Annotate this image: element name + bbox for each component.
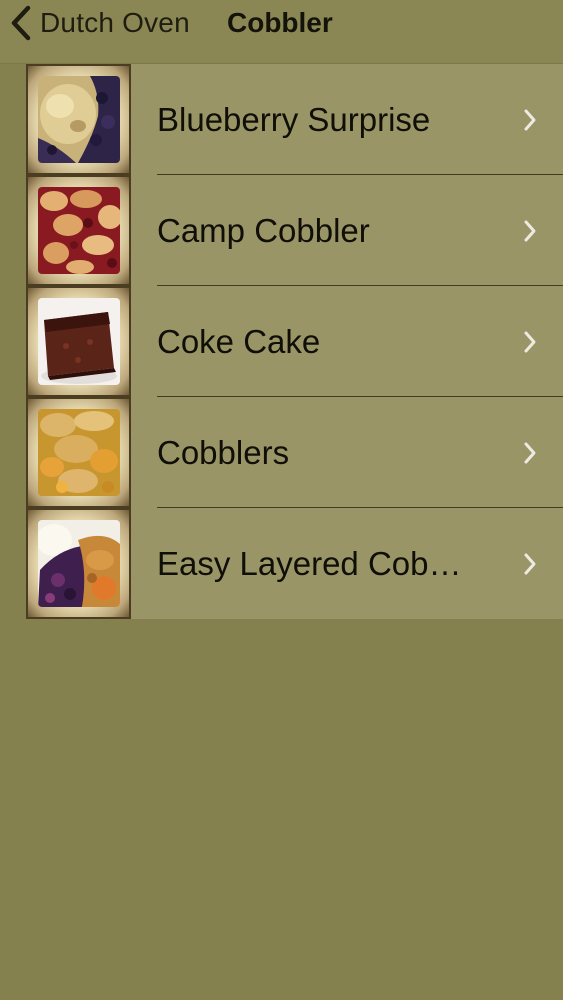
thumbnail-frame (26, 286, 131, 397)
chocolate-cake-photo (38, 298, 120, 385)
list-item[interactable]: Blueberry Surprise (26, 64, 563, 175)
chevron-right-icon (523, 108, 537, 132)
back-button[interactable]: Dutch Oven (10, 0, 190, 46)
chevron-right-icon (523, 552, 537, 576)
recipe-title: Cobblers (157, 433, 290, 471)
chevron-right-icon (523, 441, 537, 465)
list-item[interactable]: Camp Cobbler (26, 175, 563, 286)
chevron-left-icon (10, 5, 32, 41)
recipe-title: Coke Cake (157, 322, 321, 360)
chevron-right-icon (523, 330, 537, 354)
thumbnail-frame (26, 175, 131, 286)
list-item[interactable]: Coke Cake (26, 286, 563, 397)
list-item[interactable]: Cobblers (26, 397, 563, 508)
recipe-title: Camp Cobbler (157, 211, 370, 249)
list-item[interactable]: Easy Layered Cob… (26, 508, 563, 619)
layered-cobbler-photo (38, 520, 120, 607)
thumbnail-frame (26, 508, 131, 619)
thumbnail-frame (26, 397, 131, 508)
blueberry-cobbler-photo (38, 76, 120, 163)
chevron-right-icon (523, 219, 537, 243)
navigation-bar: Dutch Oven Cobbler (0, 0, 563, 64)
recipe-list: Blueberry Surprise Camp Cobbler Coke Cak… (26, 64, 563, 619)
peach-cobbler-photo (38, 409, 120, 496)
recipe-title: Blueberry Surprise (157, 100, 431, 138)
recipe-title: Easy Layered Cob… (157, 544, 462, 582)
page-title: Cobbler (227, 7, 333, 38)
thumbnail-frame (26, 64, 131, 175)
back-button-label: Dutch Oven (40, 7, 190, 38)
cherry-cobbler-photo (38, 187, 120, 274)
